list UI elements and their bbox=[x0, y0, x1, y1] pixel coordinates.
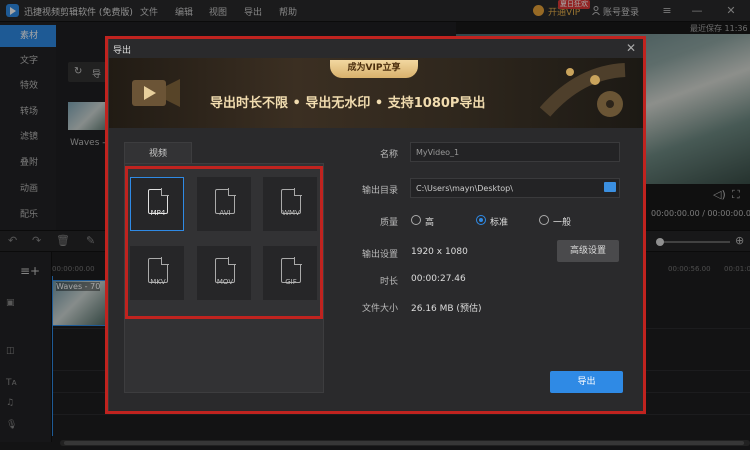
annotation-highlight-formats bbox=[125, 166, 323, 319]
